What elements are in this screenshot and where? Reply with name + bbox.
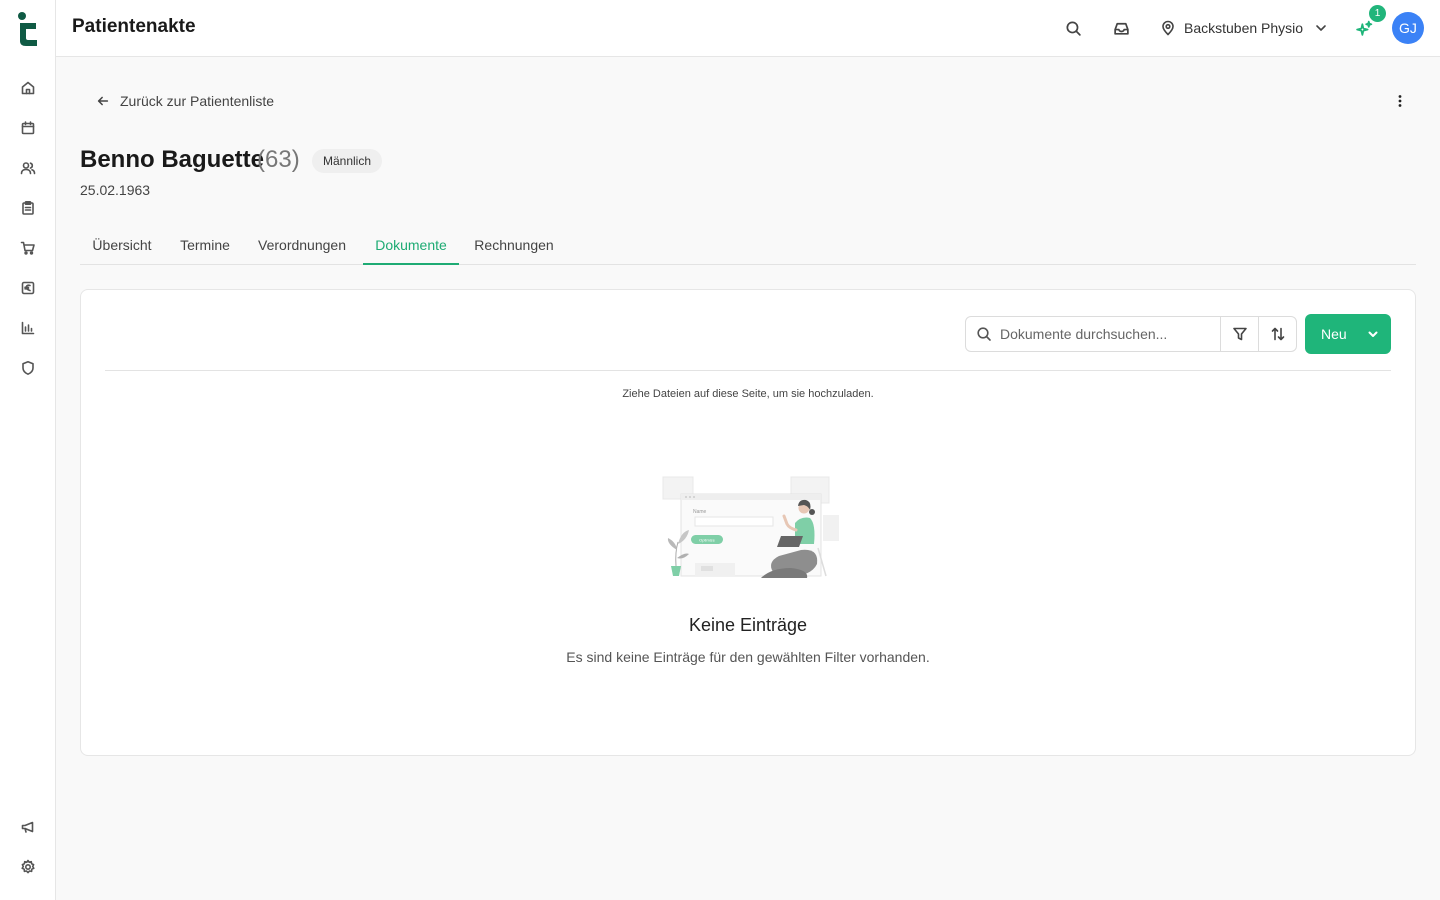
home-icon: [21, 81, 35, 95]
sidebar: [0, 0, 56, 900]
search-icon: [977, 327, 991, 341]
nav-announcements[interactable]: [16, 815, 40, 839]
search-button[interactable]: [1061, 16, 1085, 40]
page-title: Patientenakte: [72, 16, 196, 37]
megaphone-icon: [21, 821, 34, 833]
clipboard-icon: [22, 200, 34, 215]
users-icon: [20, 162, 36, 175]
sort-button[interactable]: [1258, 316, 1297, 352]
filter-icon: [1232, 327, 1247, 341]
patient-name: Benno Baguette: [80, 146, 265, 173]
toolbar-divider: [105, 370, 1391, 371]
document-search: [965, 316, 1221, 352]
chart-icon: [21, 321, 35, 335]
tab-appointments[interactable]: Termine: [168, 226, 242, 264]
euro-icon: [21, 281, 35, 295]
document-search-input[interactable]: [1000, 326, 1200, 342]
drop-upload-hint: Ziehe Dateien auf diese Seite, um sie ho…: [622, 388, 874, 400]
top-bar: Patientenakte Backstuben Physio 1 GJ: [56, 0, 1440, 57]
search-icon: [1065, 20, 1081, 36]
filter-button[interactable]: [1220, 316, 1259, 352]
tab-overview[interactable]: Übersicht: [80, 226, 164, 264]
nav-billing[interactable]: [16, 276, 40, 300]
nav-shop[interactable]: [16, 236, 40, 260]
nav-statistics[interactable]: [16, 316, 40, 340]
empty-state-title: Keine Einträge: [688, 615, 808, 635]
illustration-button-label: Optimize: [699, 538, 716, 543]
tab-prescriptions[interactable]: Verordnungen: [246, 226, 358, 264]
more-options-button[interactable]: [1388, 89, 1412, 113]
cart-icon: [20, 241, 35, 255]
nav-security[interactable]: [16, 356, 40, 380]
empty-state-subtitle: Es sind keine Einträge für den gewählten…: [566, 649, 930, 665]
inbox-icon: [1113, 22, 1129, 35]
location-selector[interactable]: Backstuben Physio: [1160, 16, 1329, 40]
shield-icon: [22, 361, 34, 375]
inbox-button[interactable]: [1109, 16, 1133, 40]
gender-badge: Männlich: [312, 149, 383, 173]
user-avatar[interactable]: GJ: [1392, 12, 1424, 44]
patient-age: (63): [257, 146, 300, 173]
sort-icon: [1271, 327, 1284, 341]
nav-calendar[interactable]: [16, 116, 40, 140]
calendar-icon: [21, 121, 35, 135]
patient-tabs: Übersicht Termine Verordnungen Dokumente…: [80, 226, 1416, 265]
nav-patients[interactable]: [16, 156, 40, 180]
nav-home[interactable]: [16, 76, 40, 100]
tab-invoices[interactable]: Rechnungen: [464, 226, 564, 264]
notification-badge: 1: [1369, 5, 1386, 22]
patient-date-of-birth: 25.02.1963: [80, 182, 151, 198]
illustration-field-label: Name: [693, 509, 707, 515]
nav-settings[interactable]: [16, 855, 40, 879]
location-name: Backstuben Physio: [1184, 20, 1304, 36]
back-link-label: Zurück zur Patientenliste: [120, 93, 275, 109]
empty-state-illustration: Name Optimize: [662, 476, 839, 578]
tab-documents[interactable]: Dokumente: [363, 226, 459, 265]
chevron-down-icon: [1368, 331, 1378, 337]
gear-icon: [21, 859, 35, 874]
back-to-patient-list-link[interactable]: Zurück zur Patientenliste: [96, 91, 274, 111]
new-document-label: Neu: [1321, 326, 1347, 342]
app-logo[interactable]: [16, 11, 40, 47]
sparkles-icon: [1355, 20, 1372, 36]
documents-panel: Neu Ziehe Dateien auf diese Seite, um si…: [80, 289, 1416, 756]
map-pin-icon: [1162, 20, 1174, 36]
chevron-down-icon: [1316, 25, 1326, 31]
new-document-button[interactable]: Neu: [1305, 314, 1391, 354]
nav-prescriptions[interactable]: [16, 196, 40, 220]
arrow-left-icon: [97, 96, 109, 106]
more-vertical-icon: [1398, 95, 1402, 107]
